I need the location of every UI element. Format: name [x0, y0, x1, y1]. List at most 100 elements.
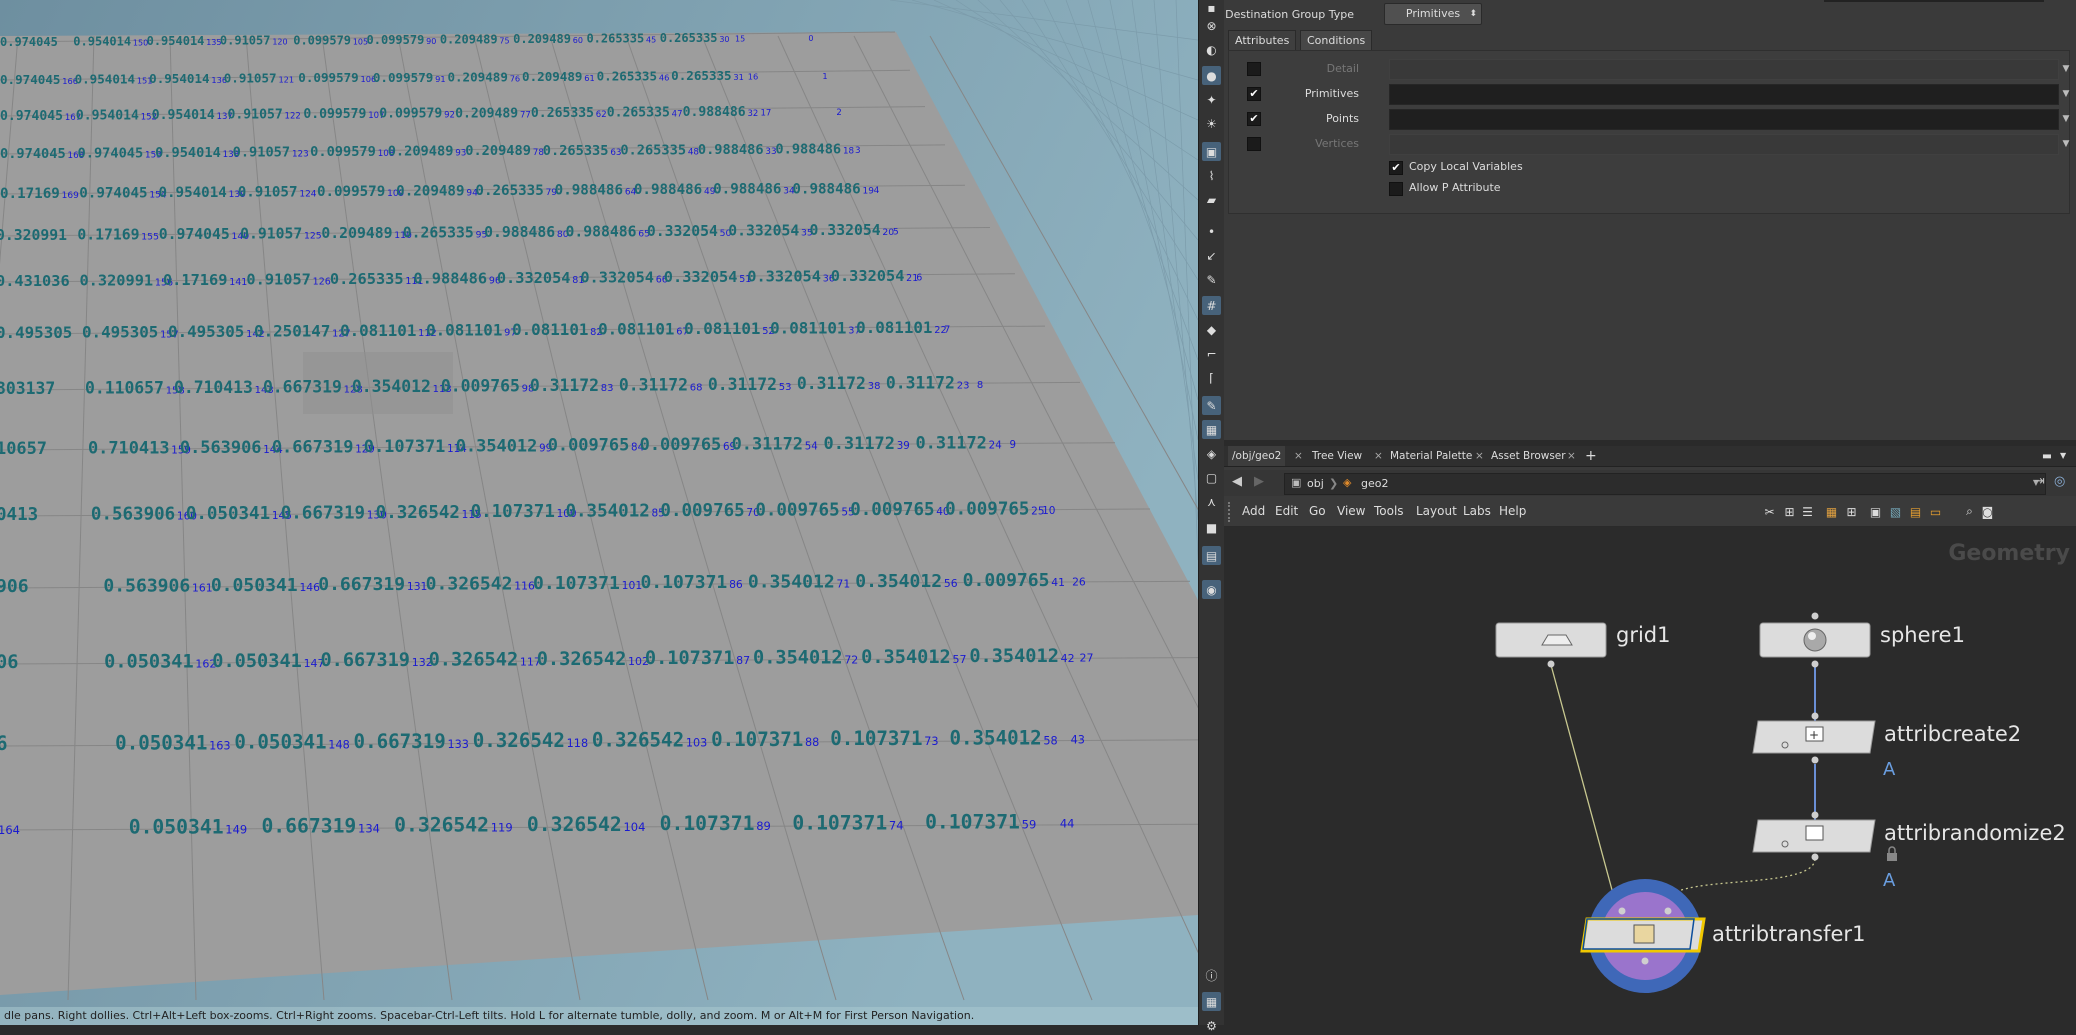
node-attribrandomize2-label[interactable]: attribrandomize2 [1884, 821, 2066, 845]
primitive-icon[interactable]: ⌈ [1202, 368, 1221, 387]
close-icon[interactable]: × [1567, 446, 1576, 466]
scene-viewport[interactable]: 0.974045 0.954014 150 0.954014 135 0.91057 120… [0, 0, 1198, 1025]
menu-go[interactable]: Go [1309, 504, 1326, 518]
network-image-icon[interactable]: ▧ [1888, 504, 1903, 519]
node-grid1-label[interactable]: grid1 [1616, 623, 1671, 647]
path-obj[interactable]: obj [1307, 477, 1324, 490]
menu-edit[interactable]: Edit [1275, 504, 1298, 518]
grid-view-icon[interactable]: ▦ [1202, 992, 1221, 1011]
tab-attributes[interactable]: Attributes [1228, 30, 1297, 51]
drag-handle-icon[interactable] [1228, 502, 1233, 522]
list-icon[interactable]: ☰ [1800, 504, 1815, 519]
close-circle-icon[interactable]: ⊗ [1202, 16, 1221, 35]
tab-conditions[interactable]: Conditions [1300, 30, 1373, 51]
primitives-checkbox[interactable]: ✔ [1247, 87, 1261, 101]
brush-icon[interactable]: ⌇ [1202, 166, 1221, 185]
paint-icon[interactable]: ▰ [1202, 190, 1221, 209]
light-icon[interactable]: ✦ [1202, 90, 1221, 109]
tab-material-palette[interactable]: Material Palette [1390, 446, 1472, 466]
menu-labs[interactable]: Labs [1463, 504, 1491, 518]
chevron-down-icon[interactable]: ▼ [2057, 134, 2075, 153]
tab-obj-geo2[interactable]: /obj/geo2 [1228, 446, 1286, 466]
vertices-field[interactable] [1389, 134, 2059, 155]
grid-icon[interactable]: ⊞ [1844, 504, 1859, 519]
detail-checkbox[interactable] [1247, 62, 1261, 76]
close-icon[interactable]: × [1374, 446, 1383, 466]
path-geo[interactable]: geo2 [1361, 477, 1388, 490]
stop-icon[interactable]: ■ [1202, 518, 1221, 537]
chevron-down-icon[interactable]: ▼ [2060, 446, 2066, 466]
node-attribcreate2-label[interactable]: attribcreate2 [1884, 722, 2021, 746]
back-arrow-icon[interactable]: ◀ [1232, 474, 1242, 489]
add-tab-icon[interactable]: + [1585, 446, 1597, 466]
info-icon[interactable]: ⓘ [1202, 966, 1221, 985]
light-bulb-icon[interactable]: ● [1202, 66, 1221, 85]
wireframe-icon[interactable]: ▦ [1202, 420, 1221, 439]
chevron-down-icon[interactable]: ▼ [2057, 84, 2075, 103]
template-icon[interactable]: ▢ [1202, 468, 1221, 487]
attribute-value-label: 0.354012 [352, 377, 431, 396]
network-box-icon[interactable]: ▭ [1928, 504, 1943, 519]
headlight-icon[interactable]: ☀ [1202, 114, 1221, 133]
viewport-canvas[interactable]: 0.974045 0.954014 1500.954014 1350.91057 120… [0, 0, 1198, 1025]
close-icon[interactable]: × [1294, 446, 1303, 466]
sticky-note-icon[interactable]: ▤ [1908, 504, 1923, 519]
attribute-value-label: 0.099579 [373, 70, 433, 85]
attribute-value-label: 0.081101 [856, 318, 932, 337]
image-icon[interactable]: ▣ [1868, 504, 1883, 519]
point-icon[interactable]: • [1202, 222, 1221, 241]
menu-help[interactable]: Help [1499, 504, 1526, 518]
color-palette-icon[interactable]: ▦ [1824, 504, 1839, 519]
path-field[interactable]: ▣ obj ❯ ◈ geo2 ▼ [1284, 473, 2046, 495]
menu-add[interactable]: Add [1242, 504, 1265, 518]
menu-view[interactable]: View [1337, 504, 1365, 518]
camera-icon[interactable]: ▣ [1202, 142, 1221, 161]
obj-icon: ▣ [1291, 476, 1302, 489]
attrib-badge: A [1883, 870, 1896, 891]
gear-icon[interactable]: ⚙ [1202, 1016, 1221, 1035]
attribute-value-label: 0.050341 [186, 504, 270, 524]
attribute-value-label: 0.099579 [310, 144, 376, 160]
snapshot-icon[interactable]: ◙ [1980, 504, 1995, 519]
edge-icon[interactable]: ⌐ [1202, 344, 1221, 363]
search-icon[interactable]: ⌕ [1962, 504, 1977, 519]
node-attribtransfer1-label[interactable]: attribtransfer1 [1712, 922, 1865, 946]
tab-tree-view[interactable]: Tree View [1312, 446, 1362, 466]
snapshot-icon[interactable]: ▤ [1202, 546, 1221, 565]
square-icon[interactable]: ▪ [1202, 0, 1221, 17]
network-editor[interactable]: Geometry + grid1 sphere1 attribcreate2 A… [1224, 527, 2076, 1025]
ghost-icon[interactable]: ◈ [1202, 444, 1221, 463]
shading-icon[interactable]: ◐ [1202, 40, 1221, 59]
menu-tools[interactable]: Tools [1374, 504, 1404, 518]
dest-group-type-select[interactable]: Primitives ⬍ [1384, 3, 1482, 25]
attribute-value-label: 6 [0, 732, 8, 755]
primitives-field[interactable] [1389, 84, 2059, 105]
point-numbers-icon[interactable]: # [1202, 296, 1221, 315]
points-field[interactable] [1389, 109, 2059, 130]
network-icon[interactable]: ⋏ [1202, 492, 1221, 511]
vertices-checkbox[interactable] [1247, 137, 1261, 151]
chevron-down-icon[interactable]: ▼ [2057, 109, 2075, 128]
close-icon[interactable]: × [1475, 446, 1484, 466]
tree-icon[interactable]: ⊞ [1782, 504, 1797, 519]
pin-icon[interactable]: ◉ [1202, 580, 1221, 599]
points-checkbox[interactable]: ✔ [1247, 112, 1261, 126]
copy-local-vars-checkbox[interactable]: ✔ [1389, 161, 1403, 175]
menu-layout[interactable]: Layout [1416, 504, 1457, 518]
node-sphere1-label[interactable]: sphere1 [1880, 623, 1965, 647]
forward-arrow-icon[interactable]: ▶ [1254, 474, 1264, 489]
detail-field[interactable] [1389, 59, 2059, 80]
link-icon[interactable]: ◎ [2054, 474, 2065, 489]
attribute-value-label: 0.050341 [115, 731, 207, 754]
primitive-number-label: 9 [1009, 439, 1016, 451]
normal-icon[interactable]: ↙ [1202, 246, 1221, 265]
chevron-down-icon[interactable]: ▼ [2057, 59, 2075, 78]
pin-icon[interactable]: ⇥ [2034, 474, 2045, 489]
pane-menu-icon[interactable]: ▬ [2042, 446, 2052, 466]
prim-numbers-icon[interactable]: ✎ [1202, 396, 1221, 415]
pencil-icon[interactable]: ✎ [1202, 270, 1221, 289]
vertex-icon[interactable]: ◆ [1202, 320, 1221, 339]
tab-asset-browser[interactable]: Asset Browser [1491, 446, 1566, 466]
tools-icon[interactable]: ✂ [1762, 504, 1777, 519]
allow-p-attr-checkbox[interactable] [1389, 182, 1403, 196]
